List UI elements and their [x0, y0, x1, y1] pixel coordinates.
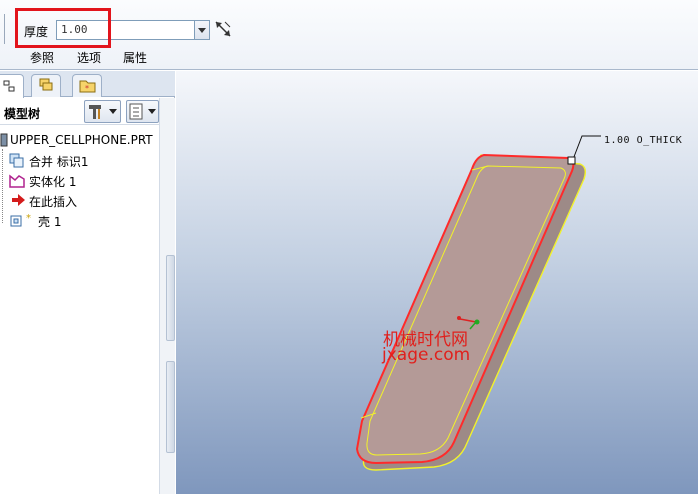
- flip-direction-icon[interactable]: [213, 19, 233, 39]
- tab-options[interactable]: 选项: [77, 49, 101, 66]
- dashboard-grip: [4, 14, 5, 44]
- tab-properties[interactable]: 属性: [123, 49, 147, 66]
- tree-item-label: 合并 标识1: [29, 155, 89, 169]
- annotation-highlight-box: [15, 8, 111, 48]
- thickness-dropdown-button[interactable]: [195, 20, 210, 40]
- shell-icon: *: [10, 213, 31, 227]
- tab-model-tree[interactable]: [0, 74, 24, 98]
- tree-item-solidify[interactable]: 实体化 1: [0, 170, 158, 190]
- svg-text:*: *: [85, 84, 89, 93]
- favorites-tab-icon: *: [79, 80, 96, 93]
- svg-text:*: *: [26, 213, 31, 224]
- show-icon: [129, 103, 156, 120]
- tree-item-label: 壳 1: [38, 215, 62, 229]
- tree-item-part[interactable]: UPPER_CELLPHONE.PRT: [0, 130, 158, 150]
- model-tree-tab-icon: [3, 80, 15, 92]
- csys-origin: [474, 319, 480, 325]
- panel-sash-lower[interactable]: [166, 361, 175, 453]
- tree-item-label: UPPER_CELLPHONE.PRT: [10, 133, 153, 147]
- dimension-label[interactable]: 1.00 O_THICK: [604, 135, 682, 146]
- dimension-handle[interactable]: [567, 156, 576, 165]
- part-icon: [0, 133, 8, 147]
- panel-sash-upper[interactable]: [166, 255, 175, 341]
- merge-icon: [9, 153, 24, 168]
- tab-layers[interactable]: [31, 74, 61, 97]
- layer-tab-icon: [39, 78, 53, 91]
- settings-icon: [89, 105, 117, 119]
- tab-references[interactable]: 参照: [30, 49, 54, 66]
- navigator-panel: * 模型树 UPPER_CELLPHONE.PRT 合并 标识1 实体化 1 在…: [0, 71, 175, 494]
- graphics-viewport[interactable]: 1.00 O_THICK 机械时代网 jxage.com: [176, 71, 698, 494]
- shell-dashboard: 厚度 1.00 参照 选项 属性: [0, 0, 698, 70]
- settings-button[interactable]: [84, 100, 121, 123]
- csys-x-end: [457, 316, 461, 320]
- dimension-leader: [571, 135, 601, 163]
- insert-here-arrow-icon: [12, 194, 25, 206]
- tree-item-merge[interactable]: 合并 标识1: [0, 150, 158, 170]
- model-tree-title: 模型树: [4, 107, 41, 121]
- tree-item-shell[interactable]: * 壳 1: [0, 210, 158, 230]
- tab-favorites[interactable]: *: [72, 74, 102, 97]
- navigator-tabbar: *: [0, 71, 175, 98]
- shell-top-face: [355, 153, 575, 465]
- watermark-url: jxage.com: [382, 345, 471, 365]
- model-tree-header: 模型树: [0, 98, 166, 125]
- tree-item-insert-here[interactable]: 在此插入: [0, 190, 158, 210]
- tree-item-label: 在此插入: [29, 195, 78, 209]
- show-button[interactable]: [126, 100, 159, 123]
- solidify-icon: [9, 174, 25, 188]
- tree-item-label: 实体化 1: [29, 175, 77, 189]
